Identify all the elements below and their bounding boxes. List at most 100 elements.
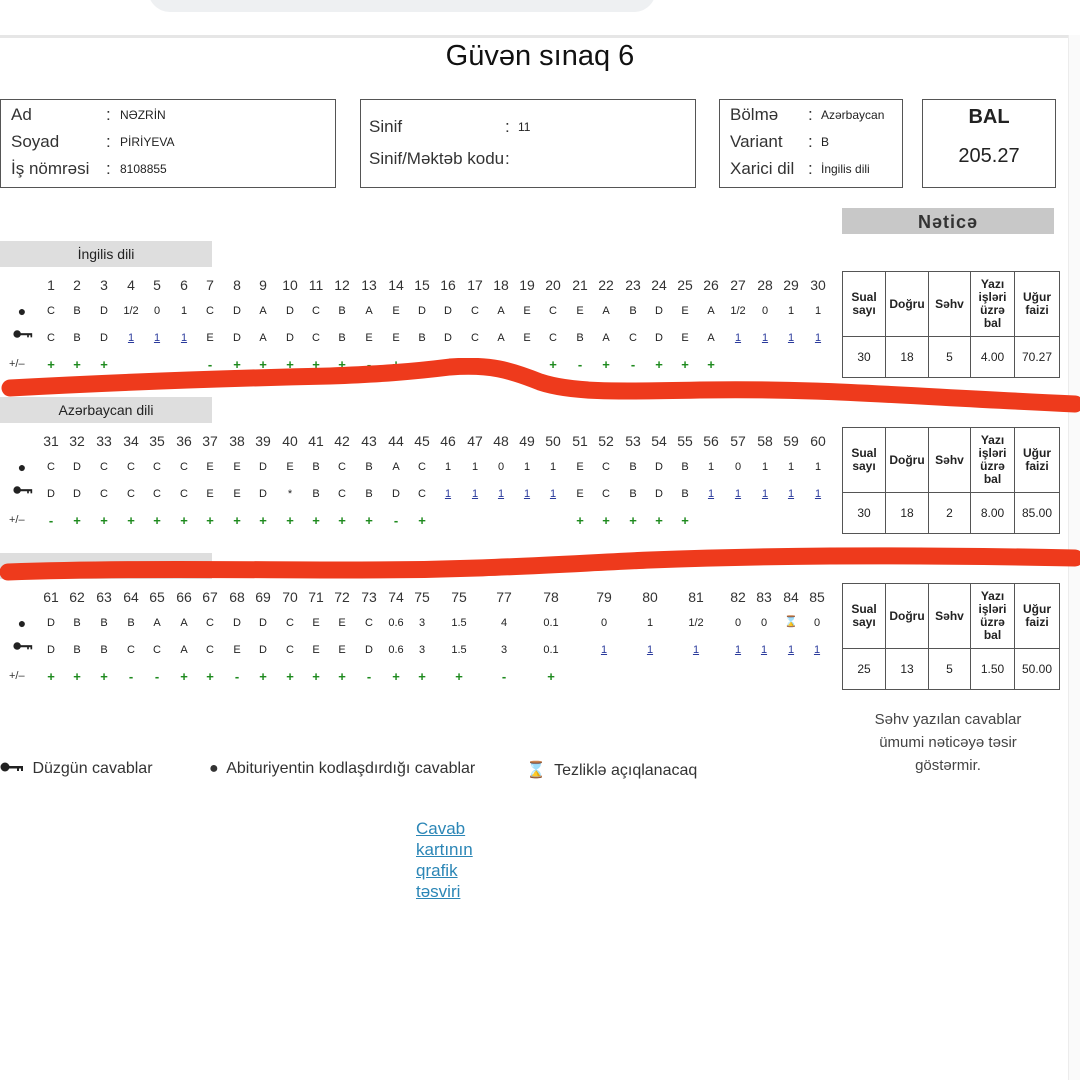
key-icon [12, 328, 33, 342]
result-mark: + [365, 513, 373, 528]
answer-key-link[interactable]: 1 [815, 332, 821, 344]
answer-key: D [233, 332, 241, 344]
student-answer: A [153, 617, 161, 629]
question-number: 54 [651, 433, 667, 449]
variant-row: Variant : B [730, 132, 900, 154]
browser-top-bar [148, 0, 656, 12]
question-number: 23 [625, 277, 641, 293]
student-answer: A [497, 305, 505, 317]
answer-key-link[interactable]: 1 [524, 488, 530, 500]
result-value-bal: 1.50 [970, 648, 1015, 690]
question-number: 31 [43, 433, 59, 449]
answer-key-link[interactable]: 1 [181, 332, 187, 344]
student-answer: 0 [761, 305, 769, 317]
answer-key-link[interactable]: 1 [735, 488, 741, 500]
result-value-sual: 25 [842, 648, 886, 690]
result-mark: + [259, 669, 267, 684]
student-answer: C [100, 461, 108, 473]
answer-key-link[interactable]: 1 [154, 332, 160, 344]
result-value-row: 30 18 2 8.00 85.00 [842, 492, 1060, 534]
question-number: 51 [572, 433, 588, 449]
colon: : [808, 132, 813, 151]
question-number: 14 [388, 277, 404, 293]
answer-key: A [497, 332, 505, 344]
hourglass-icon: ⌛ [526, 762, 546, 779]
legend-dot-text: Abituriyentin kodlaşdırdığı cavablar [226, 760, 476, 777]
score-label: BAL [968, 106, 1010, 128]
answer-key-link[interactable]: 1 [735, 644, 741, 656]
red-marker-stroke-1 [1, 358, 1080, 413]
soyad-value: PİRİYEVA [120, 135, 175, 149]
question-number: 39 [255, 433, 271, 449]
ad-row: Ad : NƏZRİN [11, 105, 331, 127]
student-answer: 0 [153, 305, 161, 317]
question-number: 7 [206, 277, 214, 293]
answer-key-link[interactable]: 1 [445, 488, 451, 500]
answer-key-link[interactable]: 1 [762, 332, 768, 344]
dot-icon: ● [17, 615, 27, 631]
question-number: 5 [153, 277, 161, 293]
xarici-dil-value: İngilis dili [821, 162, 870, 176]
answer-key-link[interactable]: 1 [601, 644, 607, 656]
question-number: 8 [233, 277, 241, 293]
answer-key: B [365, 488, 373, 500]
result-mark: + [602, 513, 610, 528]
answer-key-link[interactable]: 1 [498, 488, 504, 500]
answer-key: C [312, 332, 320, 344]
result-header-cell: Sual sayı [842, 271, 886, 337]
question-number: 38 [229, 433, 245, 449]
result-mark: + [338, 513, 346, 528]
is-nomresi-label: İş nömrəsi [11, 159, 90, 178]
variant-label: Variant [730, 132, 783, 151]
question-number: 42 [334, 433, 350, 449]
answer-key: C [127, 488, 135, 500]
answer-key: 3 [418, 644, 426, 656]
result-mark: + [180, 669, 188, 684]
answer-key-link[interactable]: 1 [708, 488, 714, 500]
result-mark: - [48, 513, 54, 528]
answer-key-link[interactable]: 1 [550, 488, 556, 500]
student-answer: 1 [646, 617, 654, 629]
question-number: 41 [308, 433, 324, 449]
answer-key-link[interactable]: 1 [788, 644, 794, 656]
student-answer: C [365, 617, 373, 629]
answer-key-link[interactable]: 1 [815, 488, 821, 500]
colon: : [808, 159, 813, 178]
answer-key: B [629, 488, 637, 500]
plus-minus-label: +/– [9, 514, 25, 526]
answer-key: C [206, 644, 214, 656]
answer-key-link[interactable]: 1 [762, 488, 768, 500]
answer-key: 3 [500, 644, 508, 656]
question-number: 34 [123, 433, 139, 449]
answer-key-link[interactable]: 1 [472, 488, 478, 500]
student-answer: B [73, 617, 81, 629]
is-nomresi-row: İş nömrəsi : 8108855 [11, 159, 331, 181]
result-mark: + [312, 513, 320, 528]
answer-key-link[interactable]: 1 [788, 488, 794, 500]
answer-key-link[interactable]: 1 [788, 332, 794, 344]
answer-key-link[interactable]: 1 [128, 332, 134, 344]
answer-key: C [180, 488, 188, 500]
answer-key-link[interactable]: 1 [761, 644, 767, 656]
answer-key: E [681, 332, 689, 344]
page-title: Güvən sınaq 6 [445, 40, 635, 72]
answer-key-link[interactable]: 1 [693, 644, 699, 656]
bolme-value: Azərbaycan [821, 108, 885, 122]
result-mark: - [234, 669, 240, 684]
question-number: 4 [127, 277, 135, 293]
result-mark: + [233, 513, 241, 528]
student-answer: E [233, 461, 241, 473]
answer-key-link[interactable]: 1 [735, 332, 741, 344]
student-answer: E [392, 305, 400, 317]
result-header-cell: Səhv [928, 427, 971, 493]
question-number: 3 [100, 277, 108, 293]
answer-key-link[interactable]: 1 [647, 644, 653, 656]
answer-key: C [153, 488, 161, 500]
result-mark: + [629, 513, 637, 528]
student-answer: E [312, 617, 320, 629]
answer-key: D [259, 488, 267, 500]
result-header-cell: Doğru [885, 427, 929, 493]
answer-card-graphic-link[interactable]: Cavab kartının qrafik təsviri [416, 818, 496, 902]
answer-key: E [523, 332, 531, 344]
answer-key-link[interactable]: 1 [814, 644, 820, 656]
